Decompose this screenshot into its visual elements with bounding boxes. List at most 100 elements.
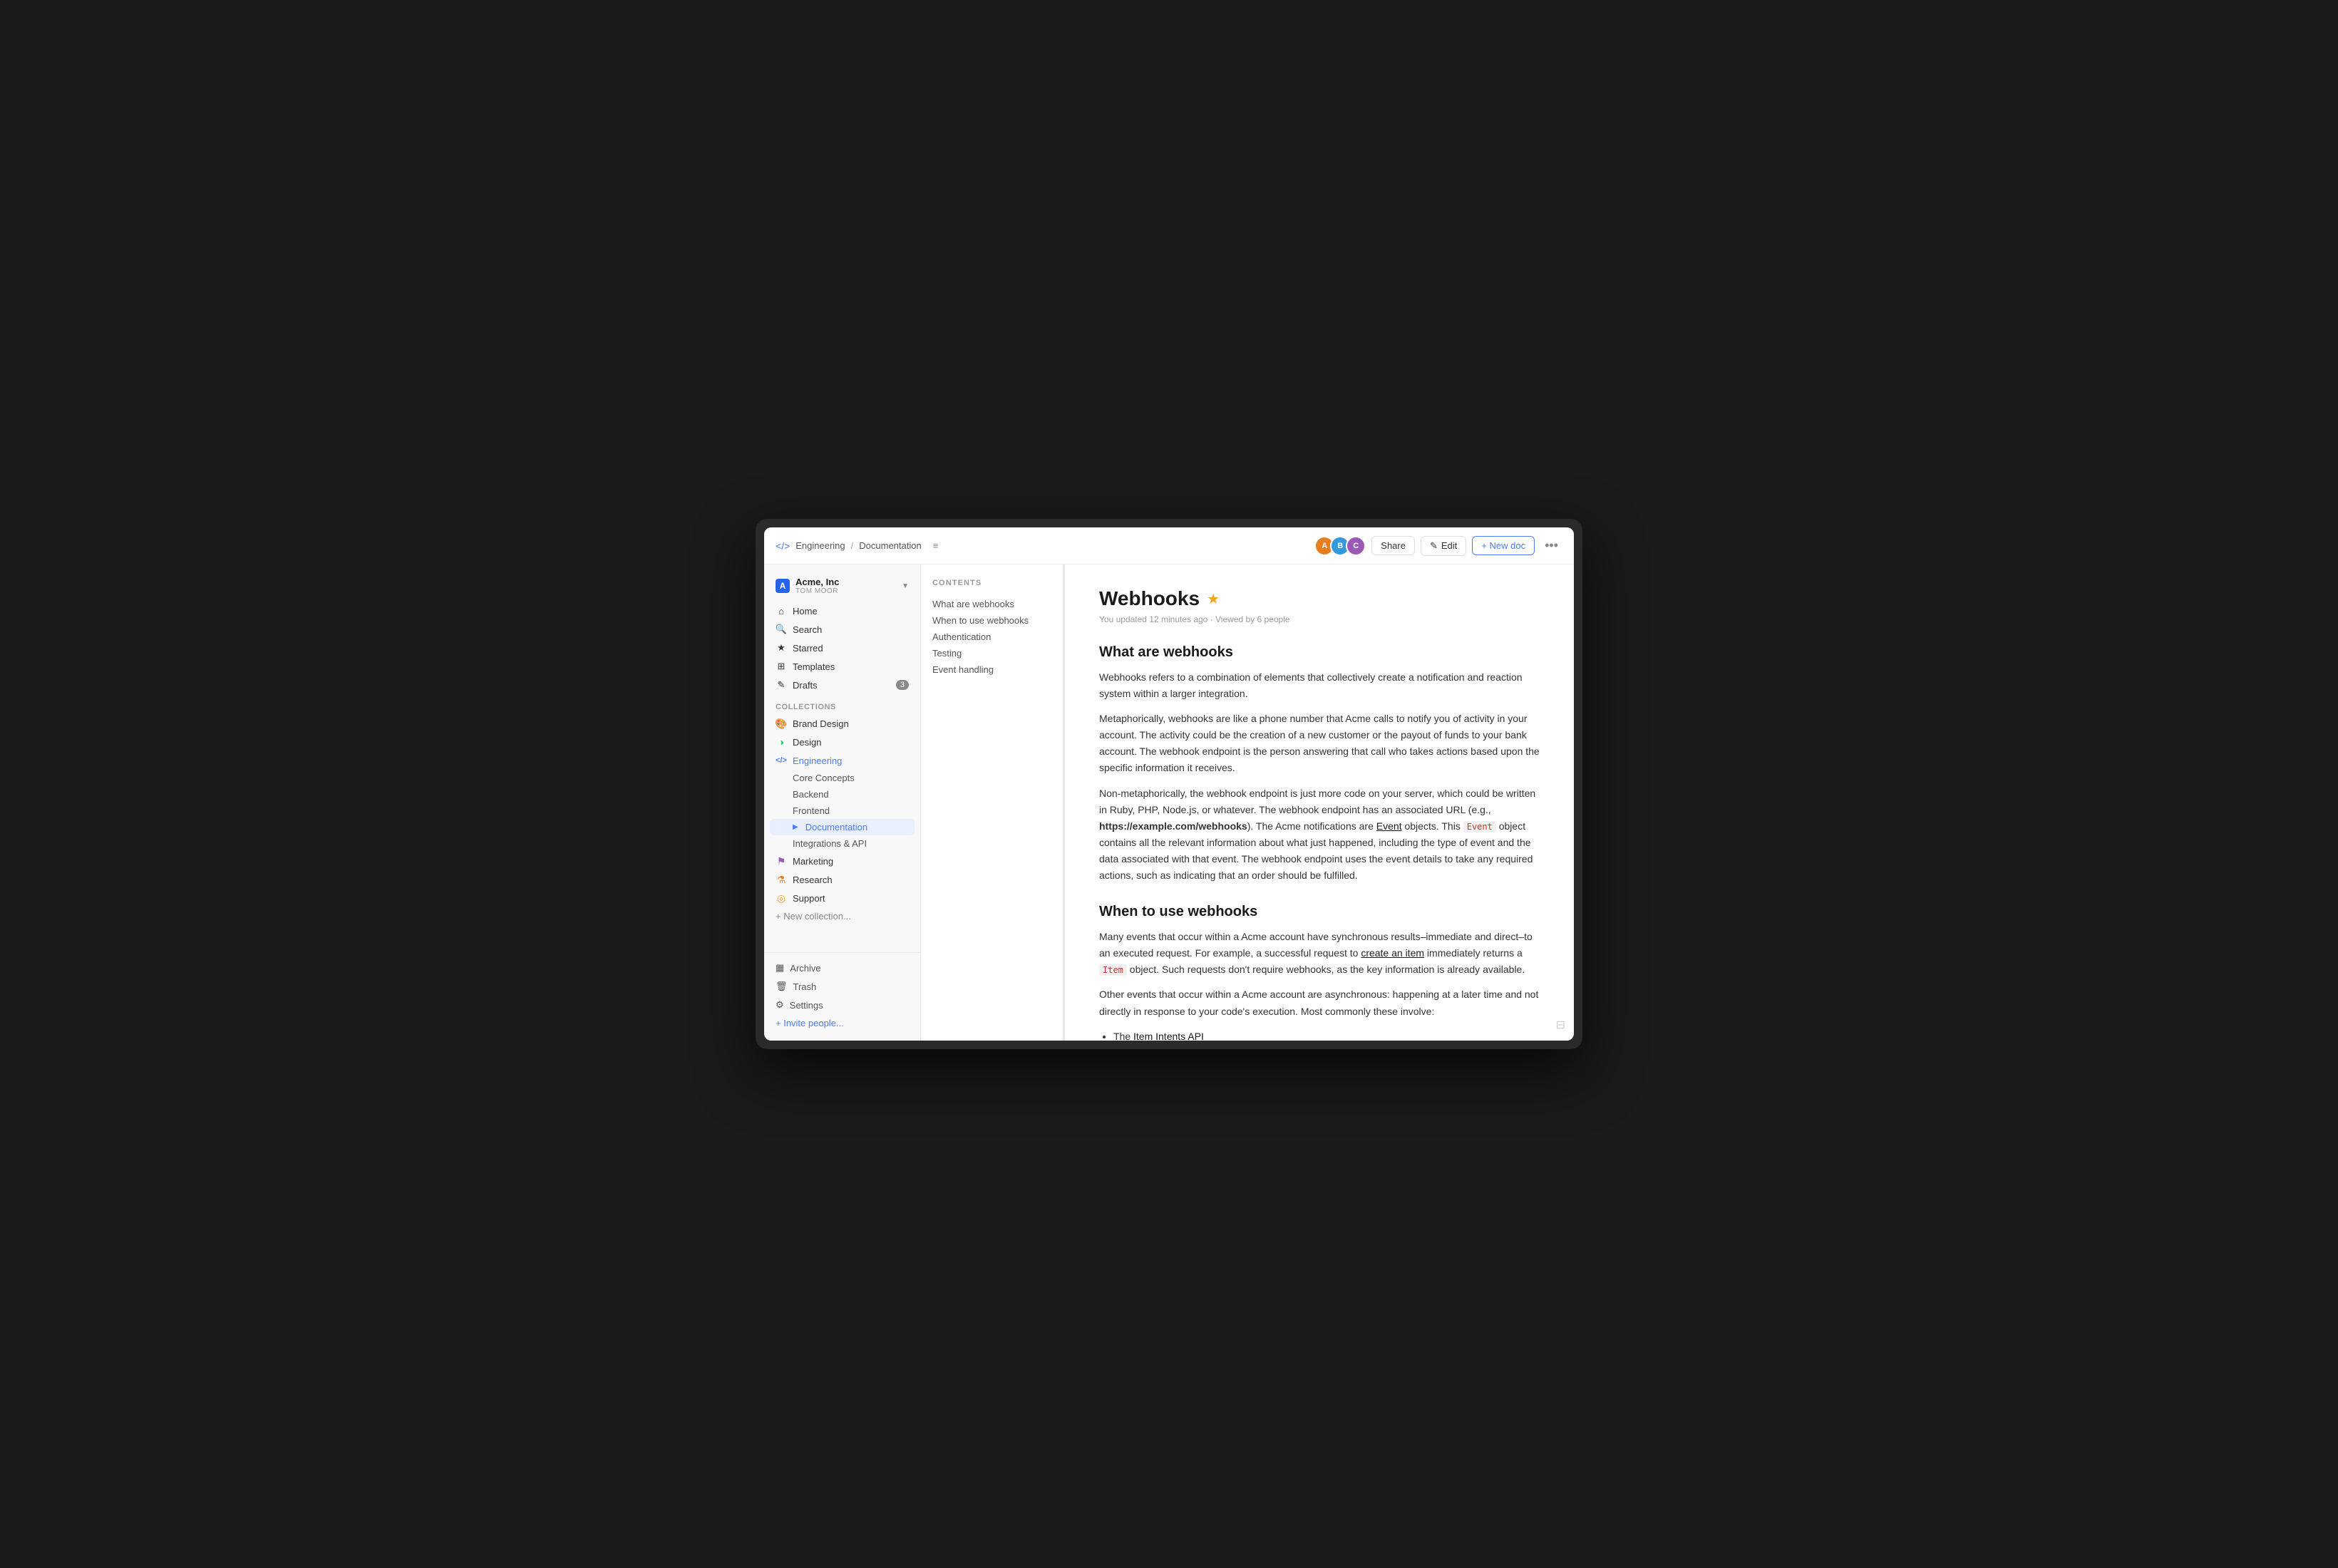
workspace-name: Acme, Inc — [795, 577, 839, 587]
collection-marketing[interactable]: ⚑ Marketing — [770, 852, 915, 870]
doc-list: The Item Intents API Notifications of ev… — [1113, 1028, 1540, 1041]
frontend-label: Frontend — [793, 805, 830, 816]
header-actions: A B C Share ✎ Edit + New doc ••• — [1314, 535, 1562, 556]
header: </> Engineering / Documentation ≡ A B C … — [764, 527, 1574, 564]
url-bold: https://example.com/webhooks — [1099, 820, 1247, 832]
doc-title: Webhooks — [1099, 587, 1200, 610]
marketing-label: Marketing — [793, 856, 833, 867]
sub-item-documentation[interactable]: ▶ Documentation — [770, 819, 915, 835]
support-icon: ◎ — [776, 892, 787, 904]
edit-pencil-icon: ✎ — [1430, 540, 1438, 552]
window-wrapper: </> Engineering / Documentation ≡ A B C … — [756, 519, 1582, 1049]
collection-research[interactable]: ⚗ Research — [770, 870, 915, 889]
item-intents-link[interactable]: Item Intents API — [1133, 1031, 1204, 1041]
sidebar-item-starred[interactable]: ★ Starred — [770, 639, 915, 657]
word-count-icon: ⊟ — [1556, 1018, 1565, 1032]
trash-icon: 🗑 — [776, 981, 788, 992]
sub-item-backend[interactable]: Backend — [770, 786, 915, 803]
sidebar-item-drafts[interactable]: ✎ Drafts 3 — [770, 676, 915, 694]
breadcrumb: </> Engineering / Documentation ≡ — [776, 540, 1306, 552]
settings-label: Settings — [790, 1000, 823, 1011]
archive-icon: ▦ — [776, 962, 784, 974]
home-icon: ⌂ — [776, 605, 787, 617]
core-concepts-label: Core Concepts — [793, 773, 855, 783]
share-button[interactable]: Share — [1371, 536, 1415, 555]
new-collection-label: + New collection... — [776, 911, 851, 922]
sidebar-item-home[interactable]: ⌂ Home — [770, 602, 915, 620]
engineering-code-icon: </> — [776, 755, 787, 766]
content-area: CONTENTS What are webhooks When to use w… — [921, 564, 1574, 1041]
avatar-3: C — [1346, 536, 1366, 556]
list-item-1: The Item Intents API — [1113, 1028, 1540, 1041]
new-doc-button[interactable]: + New doc — [1472, 536, 1535, 555]
research-label: Research — [793, 875, 833, 885]
design-label: Design — [793, 737, 821, 748]
body: A Acme, Inc TOM MOOR ▼ ⌂ Home — [764, 564, 1574, 1041]
design-icon: ◑ — [776, 736, 787, 748]
nav-section: ⌂ Home 🔍 Search ★ Starred ⊞ Templates — [764, 602, 920, 694]
sidebar-item-templates[interactable]: ⊞ Templates — [770, 657, 915, 676]
sidebar-item-archive[interactable]: ▦ Archive — [770, 959, 915, 977]
sidebar-bottom: ▦ Archive 🗑 Trash ⚙ Settings + Invite pe… — [764, 952, 920, 1032]
collections-header: COLLECTIONS — [764, 697, 920, 714]
sidebar-item-trash[interactable]: 🗑 Trash — [770, 977, 915, 996]
new-collection-button[interactable]: + New collection... — [770, 907, 915, 925]
backend-label: Backend — [793, 789, 829, 800]
invite-people-button[interactable]: + Invite people... — [770, 1014, 915, 1032]
more-options-button[interactable]: ••• — [1540, 535, 1562, 556]
breadcrumb-menu-icon[interactable]: ≡ — [933, 540, 939, 551]
toc-item-authentication[interactable]: Authentication — [932, 629, 1051, 645]
table-of-contents: CONTENTS What are webhooks When to use w… — [921, 564, 1064, 1041]
create-item-link[interactable]: create an item — [1361, 947, 1424, 959]
documentation-label: Documentation — [805, 822, 867, 832]
templates-icon: ⊞ — [776, 661, 787, 672]
support-label: Support — [793, 893, 825, 904]
doc-main-wrapper: Webhooks ★ You updated 12 minutes ago · … — [1065, 564, 1574, 1041]
brand-design-icon: 🎨 — [776, 718, 787, 729]
toc-item-what-are-webhooks[interactable]: What are webhooks — [932, 596, 1051, 612]
sidebar-item-settings[interactable]: ⚙ Settings — [770, 996, 915, 1014]
edit-button[interactable]: ✎ Edit — [1421, 536, 1466, 556]
doc-para-3: Non-metaphorically, the webhook endpoint… — [1099, 785, 1540, 884]
collection-engineering[interactable]: </> Engineering ⊟ ••• — [770, 751, 915, 770]
toc-item-event-handling[interactable]: Event handling — [932, 661, 1051, 678]
section-heading-2: When to use webhooks — [1099, 904, 1540, 920]
item-code: Item — [1099, 964, 1127, 976]
toc-item-when-to-use[interactable]: When to use webhooks — [932, 612, 1051, 629]
event-code: Event — [1463, 821, 1496, 832]
workspace-selector[interactable]: A Acme, Inc TOM MOOR ▼ — [770, 573, 915, 599]
integrations-label: Integrations & API — [793, 838, 867, 849]
settings-icon: ⚙ — [776, 999, 784, 1011]
breadcrumb-documentation[interactable]: Documentation — [859, 540, 921, 551]
drafts-badge: 3 — [896, 680, 909, 690]
toc-item-testing[interactable]: Testing — [932, 645, 1051, 661]
collection-support[interactable]: ◎ Support — [770, 889, 915, 907]
toc-title: CONTENTS — [932, 579, 1051, 587]
engineering-icon: </> — [776, 540, 790, 552]
trash-label: Trash — [793, 981, 817, 992]
breadcrumb-engineering[interactable]: Engineering — [795, 540, 845, 551]
collection-design[interactable]: ◑ Design — [770, 733, 915, 751]
research-icon: ⚗ — [776, 874, 787, 885]
doc-star-icon[interactable]: ★ — [1207, 590, 1220, 608]
sub-item-integrations[interactable]: Integrations & API — [770, 835, 915, 852]
brand-design-label: Brand Design — [793, 718, 849, 729]
doc-meta: You updated 12 minutes ago · Viewed by 6… — [1099, 614, 1540, 624]
sidebar: A Acme, Inc TOM MOOR ▼ ⌂ Home — [764, 564, 921, 1041]
sub-item-frontend[interactable]: Frontend — [770, 803, 915, 819]
doc-para-5: Other events that occur within a Acme ac… — [1099, 986, 1540, 1019]
sub-item-core-concepts[interactable]: Core Concepts — [770, 770, 915, 786]
collection-brand-design[interactable]: 🎨 Brand Design — [770, 714, 915, 733]
collections-section: 🎨 Brand Design ◑ Design </> Engineering … — [764, 714, 920, 925]
event-link[interactable]: Event — [1376, 820, 1402, 832]
marketing-icon: ⚑ — [776, 855, 787, 867]
search-icon: 🔍 — [776, 624, 787, 635]
workspace-user: TOM MOOR — [795, 587, 839, 595]
documentation-arrow: ▶ — [793, 823, 798, 831]
starred-label: Starred — [793, 643, 909, 654]
sidebar-item-search[interactable]: 🔍 Search — [770, 620, 915, 639]
workspace-logo: A — [776, 579, 790, 593]
doc-para-1: Webhooks refers to a combination of elem… — [1099, 669, 1540, 702]
app-window: </> Engineering / Documentation ≡ A B C … — [764, 527, 1574, 1041]
doc-title-row: Webhooks ★ — [1099, 587, 1540, 610]
